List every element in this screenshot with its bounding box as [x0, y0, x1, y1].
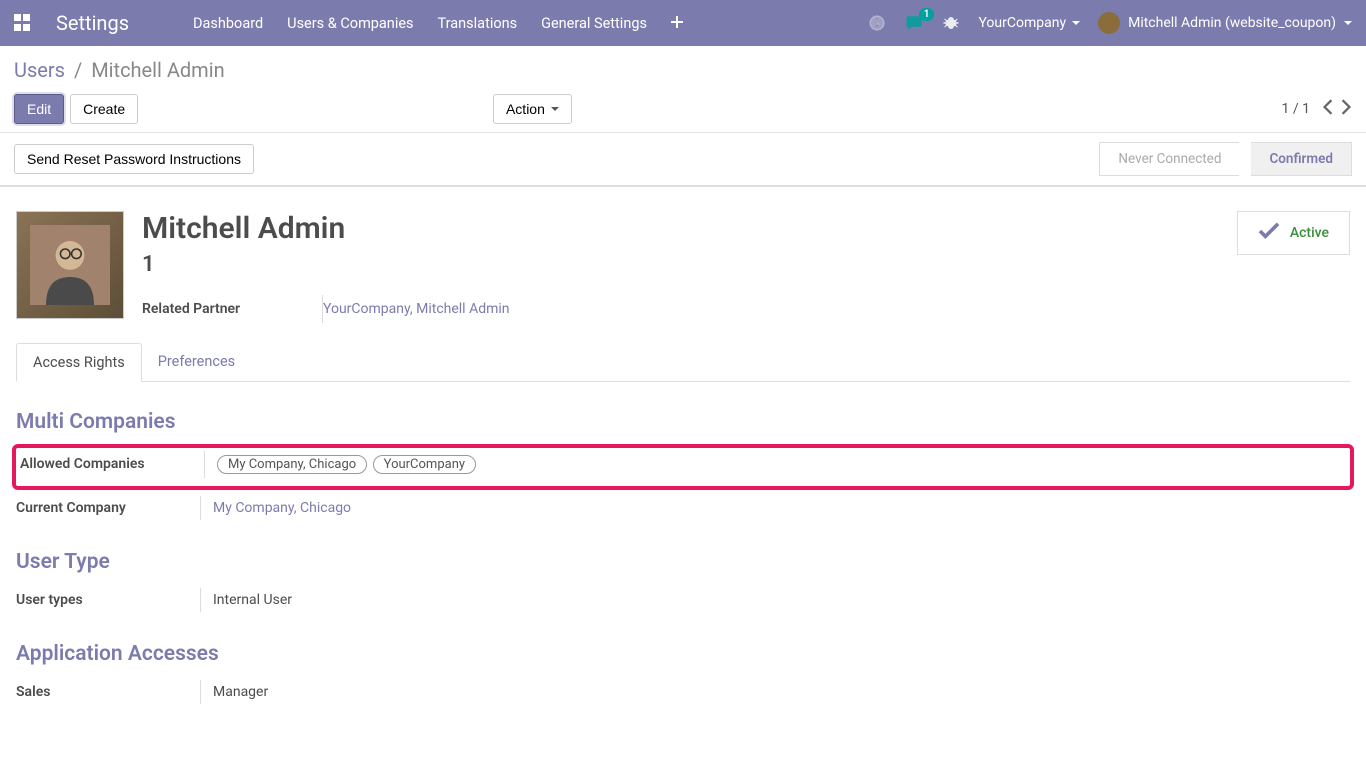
toolbar: Edit Create Action 1 / 1 — [14, 94, 1352, 132]
form-sheet: Mitchell Admin 1 Related Partner YourCom… — [0, 186, 1366, 752]
active-label: Active — [1290, 225, 1329, 241]
avatar-small — [1098, 12, 1120, 34]
header-info: Mitchell Admin 1 Related Partner YourCom… — [142, 211, 510, 323]
allowed-companies-label: Allowed Companies — [20, 450, 204, 478]
tab-access-rights[interactable]: Access Rights — [16, 343, 142, 382]
app-access-title: Application Accesses — [16, 642, 1350, 666]
allowed-companies-highlight: Allowed Companies My Company, Chicago Yo… — [12, 444, 1354, 490]
section-multi-companies: Multi Companies Allowed Companies My Com… — [16, 410, 1350, 522]
user-types-row: User types Internal User — [16, 586, 1350, 614]
current-company-value[interactable]: My Company, Chicago — [200, 496, 1350, 520]
breadcrumb-current: Mitchell Admin — [91, 58, 224, 82]
company-tag[interactable]: My Company, Chicago — [217, 455, 367, 474]
nav-link-add[interactable] — [659, 15, 695, 32]
allowed-companies-row: Allowed Companies My Company, Chicago Yo… — [20, 450, 1346, 478]
create-button[interactable]: Create — [70, 94, 138, 124]
caret-down-icon — [1344, 21, 1352, 25]
toolbar-right: 1 / 1 — [1282, 99, 1352, 119]
sheet-header: Mitchell Admin 1 Related Partner YourCom… — [16, 211, 1350, 323]
user-type-title: User Type — [16, 550, 1350, 574]
status-never-connected[interactable]: Never Connected — [1099, 142, 1240, 176]
related-partner-row: Related Partner YourCompany, Mitchell Ad… — [142, 295, 510, 323]
status-arrow — [1239, 141, 1251, 177]
user-name: Mitchell Admin (website_coupon) — [1128, 15, 1336, 31]
messages-badge: 1 — [919, 8, 935, 21]
sub-toolbar: Send Reset Password Instructions Never C… — [0, 133, 1366, 186]
top-navbar: Settings Dashboard Users & Companies Tra… — [0, 0, 1366, 46]
user-name-heading: Mitchell Admin — [142, 211, 510, 246]
active-badge[interactable]: Active — [1237, 211, 1350, 255]
pager-prev[interactable] — [1322, 99, 1334, 119]
nav-link-general-settings[interactable]: General Settings — [529, 15, 659, 32]
nav-link-users-companies[interactable]: Users & Companies — [275, 15, 425, 32]
tab-preferences[interactable]: Preferences — [142, 343, 251, 381]
sales-value: Manager — [200, 680, 1350, 704]
status-confirmed[interactable]: Confirmed — [1251, 142, 1352, 176]
debug-icon[interactable] — [942, 14, 960, 32]
company-tag[interactable]: YourCompany — [373, 455, 476, 474]
activity-icon[interactable] — [868, 14, 886, 32]
nav-right: 1 YourCompany Mitchell Admin (website_co… — [868, 12, 1352, 34]
breadcrumb-parent[interactable]: Users — [14, 58, 65, 82]
nav-links: Dashboard Users & Companies Translations… — [181, 15, 695, 32]
company-selector[interactable]: YourCompany — [978, 15, 1080, 31]
user-menu[interactable]: Mitchell Admin (website_coupon) — [1098, 12, 1352, 34]
action-label: Action — [506, 101, 545, 117]
sales-row: Sales Manager — [16, 678, 1350, 706]
control-panel: Users / Mitchell Admin Edit Create Actio… — [0, 46, 1366, 133]
current-company-row: Current Company My Company, Chicago — [16, 494, 1350, 522]
breadcrumb: Users / Mitchell Admin — [14, 58, 1352, 82]
reset-password-button[interactable]: Send Reset Password Instructions — [14, 144, 254, 174]
user-login: 1 — [142, 252, 510, 277]
action-dropdown[interactable]: Action — [493, 94, 572, 124]
related-partner-value[interactable]: YourCompany, Mitchell Admin — [322, 295, 510, 323]
check-icon — [1258, 222, 1280, 244]
sales-label: Sales — [16, 678, 200, 706]
current-company-label: Current Company — [16, 494, 200, 522]
section-user-type: User Type User types Internal User — [16, 550, 1350, 614]
nav-link-translations[interactable]: Translations — [426, 15, 530, 32]
allowed-companies-value: My Company, Chicago YourCompany — [204, 451, 1346, 478]
form-sheet-wrap: Mitchell Admin 1 Related Partner YourCom… — [0, 186, 1366, 752]
nav-link-dashboard[interactable]: Dashboard — [181, 15, 275, 32]
plus-icon — [671, 16, 683, 28]
messages-icon[interactable]: 1 — [904, 14, 924, 32]
caret-down-icon — [551, 107, 559, 111]
section-app-access: Application Accesses Sales Manager — [16, 642, 1350, 706]
breadcrumb-separator: / — [74, 58, 82, 82]
caret-down-icon — [1072, 21, 1080, 25]
apps-menu-icon[interactable] — [14, 14, 32, 32]
user-avatar[interactable] — [16, 211, 124, 319]
company-name: YourCompany — [978, 15, 1066, 31]
related-partner-label: Related Partner — [142, 295, 322, 323]
multi-companies-title: Multi Companies — [16, 410, 1350, 434]
edit-button[interactable]: Edit — [14, 94, 64, 124]
pager-text: 1 / 1 — [1282, 101, 1310, 117]
user-types-value: Internal User — [200, 588, 1350, 612]
status-bar: Never Connected Confirmed — [1099, 141, 1352, 177]
tabs: Access Rights Preferences — [16, 343, 1350, 382]
pager-next[interactable] — [1340, 99, 1352, 119]
app-title: Settings — [56, 11, 129, 35]
user-types-label: User types — [16, 586, 200, 614]
